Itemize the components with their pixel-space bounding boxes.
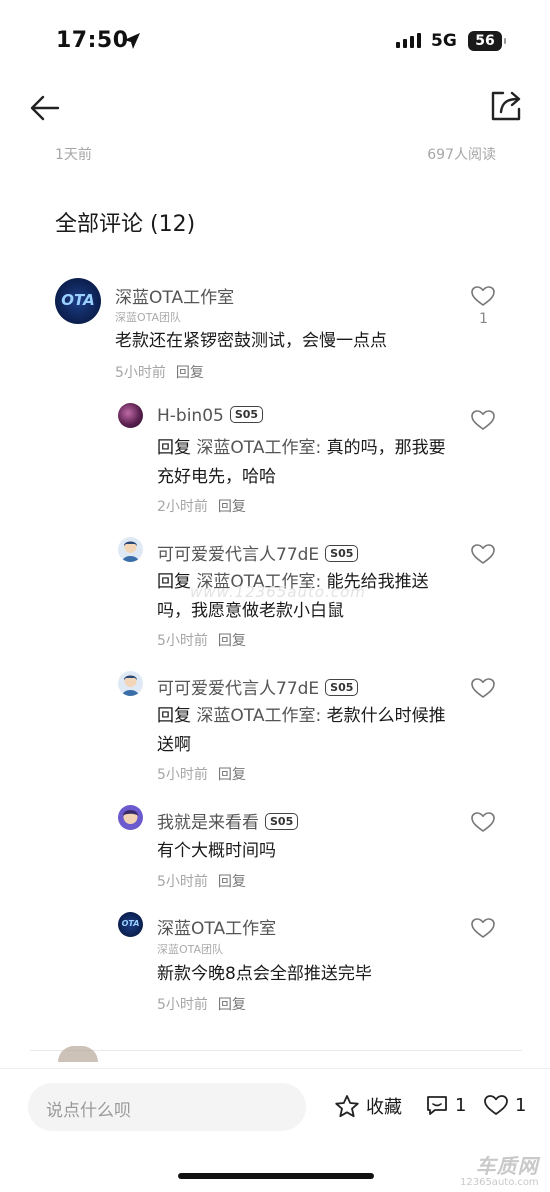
commenter-name[interactable]: 深蓝OTA工作室 xyxy=(115,283,234,308)
cartoon-avatar-icon xyxy=(122,541,139,562)
comment-time: 5小时前 xyxy=(115,365,166,381)
comment-meta: 5小时前 回复 xyxy=(157,764,246,784)
comment-meta: 5小时前 回复 xyxy=(115,362,204,382)
like-count: 1 xyxy=(515,1094,527,1116)
next-comment-avatar xyxy=(58,1046,98,1062)
status-time: 17:50 xyxy=(56,28,129,53)
comment-text: 老款还在紧锣密鼓测试，会慢一点点 xyxy=(115,331,387,351)
commenter-name-text: 可可爱爱代言人77dE xyxy=(157,679,320,699)
back-arrow-icon[interactable] xyxy=(28,92,62,124)
comment-input[interactable]: 说点什么呗 xyxy=(28,1083,306,1131)
share-icon[interactable] xyxy=(488,88,524,124)
heart-icon[interactable] xyxy=(470,916,496,940)
heart-icon[interactable] xyxy=(470,676,496,700)
comments-header: 全部评论 (12) xyxy=(55,212,196,237)
commenter-name-text: H-bin05 xyxy=(157,406,224,426)
comment-bubble-icon xyxy=(427,1096,447,1115)
heart-icon[interactable] xyxy=(470,810,496,834)
heart-icon[interactable] xyxy=(470,542,496,566)
reply-button[interactable]: 回复 xyxy=(218,997,246,1013)
comment-time: 5小时前 xyxy=(157,874,208,890)
car-model-badge: S05 xyxy=(325,545,359,562)
avatar-label: OTA xyxy=(121,919,140,928)
post-time: 1天前 xyxy=(55,147,92,163)
cellular-signal-icon xyxy=(396,33,421,48)
home-indicator[interactable] xyxy=(178,1173,374,1179)
comment-time: 2小时前 xyxy=(157,499,208,515)
heart-icon[interactable] xyxy=(470,408,496,432)
heart-icon[interactable] xyxy=(470,284,496,308)
comment-count: 1 xyxy=(455,1094,467,1116)
watermark-logo: 车质网 xyxy=(475,1154,539,1178)
comment-text: 有个大概时间吗 xyxy=(157,841,276,861)
comment-input-placeholder: 说点什么呗 xyxy=(46,1101,131,1121)
avatar-label: OTA xyxy=(61,291,95,309)
collect-button[interactable]: 收藏 xyxy=(334,1093,402,1119)
reply-target[interactable]: 深蓝OTA工作室: xyxy=(196,438,321,458)
comment-time: 5小时前 xyxy=(157,767,208,783)
like-count: 1 xyxy=(479,311,488,327)
car-model-badge: S05 xyxy=(229,406,264,423)
car-model-badge: S05 xyxy=(325,679,359,696)
comment-text: 新款今晚8点会全部推送完毕 xyxy=(157,964,372,984)
divider xyxy=(30,1050,522,1051)
watermark: 车质网 12365auto.com xyxy=(460,1150,539,1188)
collect-label: 收藏 xyxy=(366,1097,402,1118)
reply-target[interactable]: 深蓝OTA工作室: xyxy=(196,706,321,726)
reply-prefix: 回复 xyxy=(157,572,191,592)
commenter-name[interactable]: 可可爱爱代言人77dE S05 xyxy=(157,540,359,565)
comment-meta: 5小时前 回复 xyxy=(157,871,246,891)
cartoon-avatar-icon xyxy=(123,810,138,824)
avatar[interactable]: OTA xyxy=(118,912,143,937)
watermark-url: 12365auto.com xyxy=(460,1177,539,1188)
commenter-team: 深蓝OTA团队 xyxy=(157,943,224,956)
comment-meta: 5小时前 回复 xyxy=(157,630,246,650)
comment-count-button[interactable]: 1 xyxy=(425,1093,466,1117)
comment-meta: 2小时前 回复 xyxy=(157,496,246,516)
watermark-center: www.12365auto.com xyxy=(190,583,366,601)
like-button[interactable]: 1 xyxy=(483,1093,526,1117)
commenter-name[interactable]: 深蓝OTA工作室 xyxy=(157,914,276,939)
avatar[interactable] xyxy=(118,537,143,562)
read-count: 697人阅读 xyxy=(427,147,496,163)
avatar[interactable] xyxy=(118,805,143,830)
avatar[interactable]: OTA xyxy=(55,278,101,324)
commenter-name[interactable]: H-bin05 S05 xyxy=(157,406,264,426)
battery-icon: 56 xyxy=(468,31,506,51)
avatar[interactable] xyxy=(118,671,143,696)
cartoon-avatar-icon xyxy=(122,675,139,696)
car-model-badge: S05 xyxy=(265,813,299,830)
comment-text: 回复 深蓝OTA工作室: 老款什么时候推送啊 xyxy=(157,702,457,760)
reply-button[interactable]: 回复 xyxy=(218,874,246,890)
reply-button[interactable]: 回复 xyxy=(218,767,246,783)
comment-time: 5小时前 xyxy=(157,997,208,1013)
network-type: 5G xyxy=(431,31,457,51)
reply-button[interactable]: 回复 xyxy=(218,633,246,649)
star-icon xyxy=(335,1094,359,1117)
commenter-name[interactable]: 我就是来看看 S05 xyxy=(157,808,299,833)
location-arrow-icon xyxy=(124,33,140,49)
reply-prefix: 回复 xyxy=(157,706,191,726)
status-bar: 17:50 5G 56 xyxy=(0,0,550,80)
avatar[interactable] xyxy=(118,403,143,428)
heart-icon xyxy=(484,1095,508,1115)
reply-prefix: 回复 xyxy=(157,438,191,458)
reply-button[interactable]: 回复 xyxy=(218,499,246,515)
commenter-name-text: 我就是来看看 xyxy=(157,813,259,833)
comment-meta: 5小时前 回复 xyxy=(157,994,246,1014)
comment-text: 回复 深蓝OTA工作室: 真的吗，那我要充好电先，哈哈 xyxy=(157,434,457,492)
comment-time: 5小时前 xyxy=(157,633,208,649)
commenter-team: 深蓝OTA团队 xyxy=(115,311,182,324)
commenter-name[interactable]: 可可爱爱代言人77dE S05 xyxy=(157,674,359,699)
reply-button[interactable]: 回复 xyxy=(176,365,204,381)
commenter-name-text: 可可爱爱代言人77dE xyxy=(157,545,320,565)
